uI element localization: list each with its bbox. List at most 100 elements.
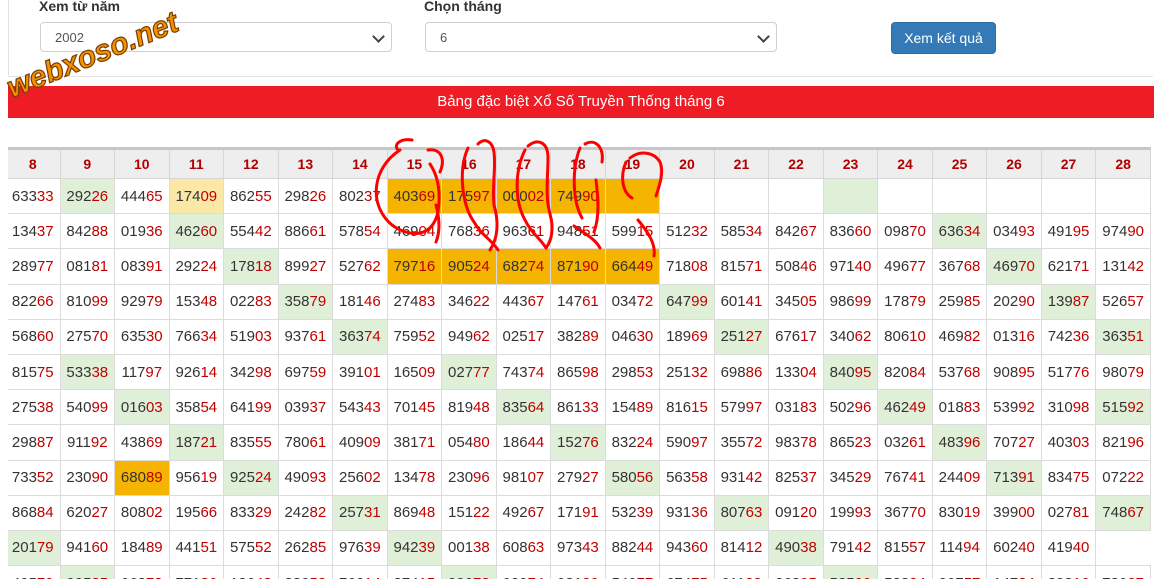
result-digits-tail: 83 bbox=[800, 398, 817, 416]
table-title-banner: Bảng đặc biệt Xổ Số Truyền Thống tháng 6 bbox=[8, 86, 1154, 118]
result-digits-head: 971 bbox=[829, 257, 855, 275]
result-cell: 90895 bbox=[986, 353, 1042, 391]
result-digits-head: 730 bbox=[1102, 575, 1127, 579]
result-digits-tail: 26 bbox=[309, 187, 327, 205]
result-digits-tail: 43 bbox=[582, 539, 599, 557]
result-cell: 81557 bbox=[877, 529, 933, 567]
result-digits-head: 147 bbox=[993, 575, 1018, 579]
result-digits-head: 251 bbox=[720, 328, 746, 346]
result-digits-head: 808 bbox=[120, 504, 146, 522]
result-digits-head: 743 bbox=[502, 363, 528, 381]
result-digits-head: 791 bbox=[829, 539, 855, 557]
result-digits-head: 114 bbox=[939, 539, 964, 557]
result-digits-tail: 64 bbox=[527, 398, 545, 416]
result-cell bbox=[1040, 177, 1097, 215]
result-digits-tail: 27 bbox=[309, 257, 327, 275]
result-cell: 94360 bbox=[659, 529, 715, 567]
result-digits-tail: 67 bbox=[527, 293, 545, 311]
result-cell: 83475 bbox=[1040, 459, 1097, 496]
result-digits-tail: 38 bbox=[473, 539, 490, 557]
result-digits-head: 251 bbox=[666, 363, 692, 381]
result-digits-head: 647 bbox=[666, 293, 692, 311]
result-cell: 52762 bbox=[332, 248, 388, 285]
result-cell: 27483 bbox=[386, 283, 443, 320]
year-select[interactable]: 2002 bbox=[40, 22, 392, 52]
result-cell: 26305 bbox=[768, 565, 824, 579]
result-digits-tail: 93 bbox=[309, 469, 327, 487]
result-cell: 49093 bbox=[277, 459, 334, 496]
result-cell: 82196 bbox=[1095, 424, 1151, 461]
result-cell: 97490 bbox=[1095, 213, 1151, 250]
result-digits-head: 178 bbox=[884, 293, 910, 311]
result-digits-head: 165 bbox=[393, 363, 419, 381]
result-cell: 81571 bbox=[713, 248, 770, 285]
result-digits-tail: 66 bbox=[36, 293, 54, 311]
result-digits-tail: 48 bbox=[418, 504, 436, 522]
result-digits-head: 580 bbox=[611, 469, 637, 487]
result-digits-head: 483 bbox=[938, 433, 964, 451]
result-digits-head: 585 bbox=[720, 222, 746, 240]
result-digits-head: 568 bbox=[11, 328, 37, 346]
result-digits-tail: 68 bbox=[963, 257, 981, 275]
day-header: 17 bbox=[495, 147, 552, 179]
result-digits-tail: 92 bbox=[1018, 398, 1035, 416]
result-cell: 51903 bbox=[223, 318, 279, 355]
table-row: 4957999535063737718618643380537661487415… bbox=[8, 565, 1151, 579]
result-digits-tail: 27 bbox=[582, 469, 599, 487]
result-digits-head: 512 bbox=[666, 222, 692, 240]
results-body: 63333 29226 44465 17409 86255 29826 80237 40369… bbox=[8, 177, 1151, 579]
result-digits-head: 031 bbox=[557, 575, 582, 579]
result-digits-head: 244 bbox=[938, 469, 964, 487]
result-cell: 81412 bbox=[713, 529, 770, 567]
result-digits-head: 039 bbox=[284, 398, 310, 416]
result-digits-tail: 96 bbox=[473, 469, 490, 487]
result-digits-head: 767 bbox=[884, 469, 910, 487]
day-header: 11 bbox=[168, 147, 225, 179]
month-select-value: 6 bbox=[440, 30, 448, 45]
result-digits-head: 815 bbox=[720, 257, 746, 275]
submit-button[interactable]: Xem kết quả bbox=[891, 22, 996, 54]
result-digits-head: 941 bbox=[66, 539, 92, 557]
result-digits-head: 599 bbox=[611, 222, 637, 240]
result-digits-tail: 93 bbox=[1018, 222, 1035, 240]
result-cell: 81099 bbox=[59, 283, 116, 320]
result-digits-head: 298 bbox=[611, 363, 637, 381]
result-digits-tail: 55 bbox=[254, 433, 272, 451]
result-cell: 46249 bbox=[877, 389, 933, 426]
result-digits-tail: 45 bbox=[418, 398, 436, 416]
result-digits-tail: 42 bbox=[745, 469, 763, 487]
result-digits-tail: 85 bbox=[309, 539, 327, 557]
result-digits-tail: 58 bbox=[691, 469, 708, 487]
result-digits-tail: 92 bbox=[1127, 398, 1145, 416]
result-cell: 62027 bbox=[59, 494, 116, 531]
result-digits-tail: 91 bbox=[582, 504, 599, 522]
result-digits-head: 063 bbox=[121, 575, 146, 579]
result-digits-tail: 43 bbox=[364, 398, 381, 416]
result-digits-head: 054 bbox=[448, 433, 474, 451]
result-digits-head: 983 bbox=[775, 433, 801, 451]
result-digits-tail: 73 bbox=[473, 575, 490, 579]
result-digits-tail: 99 bbox=[855, 575, 872, 579]
result-cell: 83555 bbox=[223, 424, 279, 461]
result-digits-tail: 29 bbox=[854, 469, 872, 487]
result-digits-tail: 67 bbox=[1127, 504, 1145, 522]
result-cell: 83224 bbox=[604, 424, 661, 461]
month-select[interactable]: 6 bbox=[425, 22, 777, 52]
result-cell: 03493 bbox=[986, 213, 1042, 250]
result-digits-tail: 93 bbox=[854, 504, 872, 522]
day-header: 18 bbox=[550, 147, 606, 179]
result-digits-tail: 49 bbox=[636, 257, 654, 275]
result-cell: 74374 bbox=[495, 353, 552, 391]
result-digits-head: 868 bbox=[11, 504, 37, 522]
result-digits-head: 742 bbox=[1047, 328, 1073, 346]
result-digits-tail: 02 bbox=[527, 187, 545, 205]
result-cell: 17879 bbox=[877, 283, 933, 320]
result-digits-tail: 62 bbox=[473, 328, 490, 346]
result-digits-tail: 80 bbox=[473, 433, 490, 451]
result-cell: 34298 bbox=[223, 353, 279, 391]
result-digits-tail: 88 bbox=[91, 222, 109, 240]
result-digits-tail: 24 bbox=[200, 257, 218, 275]
result-digits-tail: 36 bbox=[145, 222, 163, 240]
result-digits-tail: 48 bbox=[473, 398, 490, 416]
result-digits-tail: 82 bbox=[963, 328, 981, 346]
